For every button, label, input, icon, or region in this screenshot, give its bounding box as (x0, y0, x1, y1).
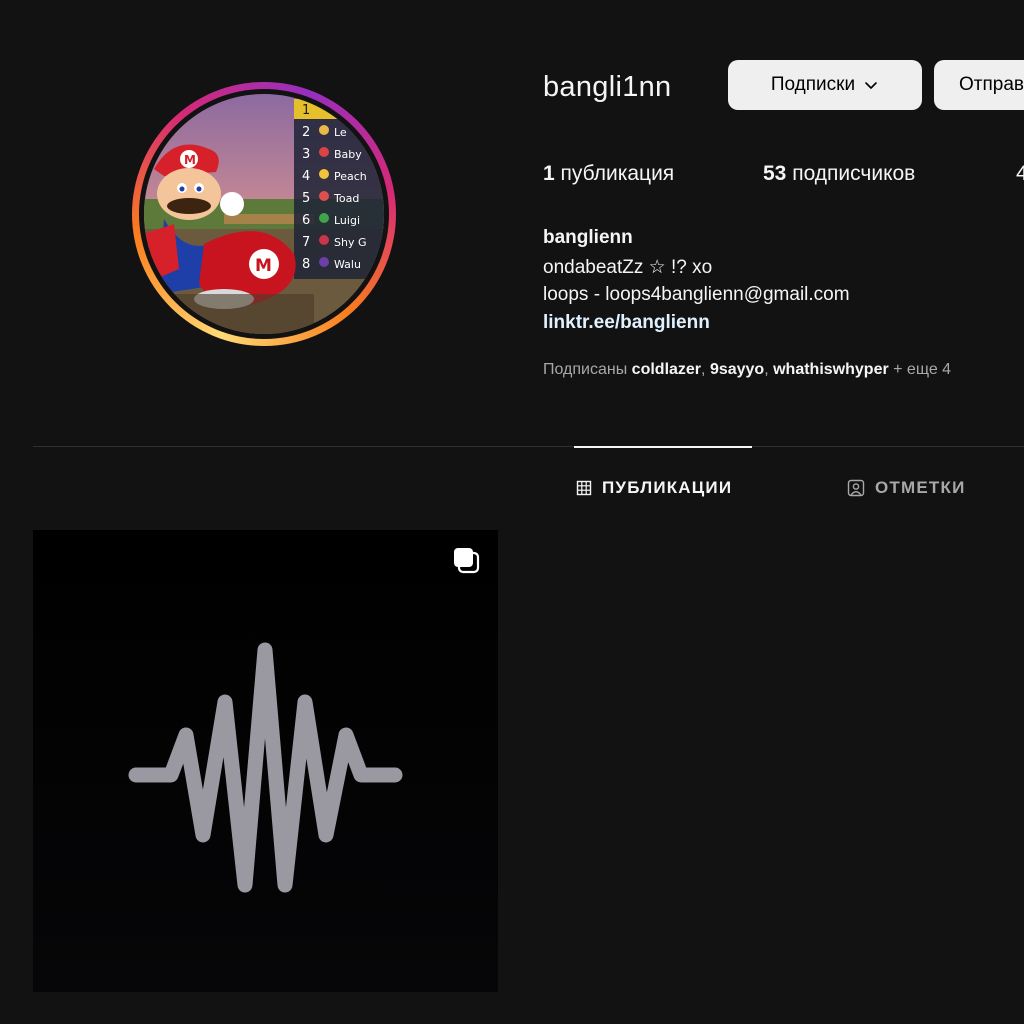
tab-posts-label: ПУБЛИКАЦИИ (602, 478, 733, 497)
message-button-label: Отправить сообщение (959, 74, 1024, 95)
followed-by-prefix: Подписаны (543, 361, 628, 378)
posts-stat: 1 публикация (543, 162, 763, 186)
followed-by-separator-2: , (764, 361, 769, 378)
tab-tagged-label: ОТМЕТКИ (875, 478, 966, 497)
following-count: 4 (1016, 162, 1024, 185)
followed-by[interactable]: Подписаны coldlazer, 9sayyo, whathiswhyp… (543, 361, 951, 379)
posts-label: публикация (560, 162, 675, 185)
followed-by-more: + еще 4 (893, 361, 952, 378)
waveform-image (33, 530, 498, 992)
post-thumbnail[interactable] (33, 530, 498, 992)
rank-1: 1 (302, 103, 310, 118)
rank-2: 2 (302, 125, 310, 140)
bio-contact: loops - loops4banglienn@gmail.com (543, 284, 850, 305)
tab-tagged[interactable]: ОТМЕТКИ (847, 478, 966, 498)
multiple-posts-icon (454, 548, 480, 574)
bio-line: ondabeatZz ☆ !? xo (543, 257, 713, 278)
bio-link[interactable]: linktr.ee/banglienn (543, 312, 710, 334)
rank-name-8: Walu (334, 258, 361, 271)
rank-name-4: Peach (334, 170, 367, 183)
person-tag-icon (847, 479, 865, 497)
profile-stats: 1 публикация 53 подписчиков 4 (543, 162, 1024, 186)
profile-full-name: banglienn (543, 227, 633, 248)
rank-3: 3 (302, 147, 310, 162)
following-button[interactable]: Подписки (728, 60, 922, 110)
followed-by-separator-1: , (701, 361, 706, 378)
avatar[interactable]: 1 2 3 4 5 6 7 8 Le Baby Peach Toad Luigi… (144, 94, 384, 334)
rank-7: 7 (302, 235, 310, 250)
rank-name-3: Baby (334, 148, 362, 161)
rank-8: 8 (302, 257, 310, 272)
followed-by-user-3: whathiswhyper (773, 361, 889, 378)
active-tab-indicator (574, 446, 752, 448)
followers-stat[interactable]: 53 подписчиков (763, 162, 1016, 186)
tabs-divider (33, 446, 1024, 447)
followers-count: 53 (763, 162, 787, 185)
profile-username: bangli1nn (543, 71, 672, 103)
chevron-down-icon (865, 82, 877, 89)
svg-text:M: M (184, 153, 196, 167)
rank-name-6: Luigi (334, 214, 360, 227)
following-button-label: Подписки (770, 74, 856, 95)
tab-posts[interactable]: ПУБЛИКАЦИИ (576, 478, 732, 498)
rank-5: 5 (302, 191, 310, 206)
rank-name-2: Le (334, 126, 347, 139)
followed-by-user-1: coldlazer (631, 361, 702, 378)
following-stat[interactable]: 4 (1016, 162, 1024, 186)
avatar-image: 1 2 3 4 5 6 7 8 Le Baby Peach Toad Luigi… (144, 94, 384, 334)
rank-4: 4 (302, 169, 310, 184)
grid-icon (576, 480, 592, 496)
followed-by-user-2: 9sayyo (709, 361, 765, 378)
avatar-story-ring[interactable]: 1 2 3 4 5 6 7 8 Le Baby Peach Toad Luigi… (132, 82, 396, 346)
rank-name-5: Toad (333, 192, 359, 205)
rank-6: 6 (302, 213, 310, 228)
posts-count: 1 (543, 162, 555, 185)
rank-name-7: Shy G (334, 236, 366, 249)
svg-text:M: M (255, 256, 272, 276)
followers-label: подписчиков (792, 162, 916, 185)
message-button[interactable]: Отправить сообщение (934, 60, 1024, 110)
